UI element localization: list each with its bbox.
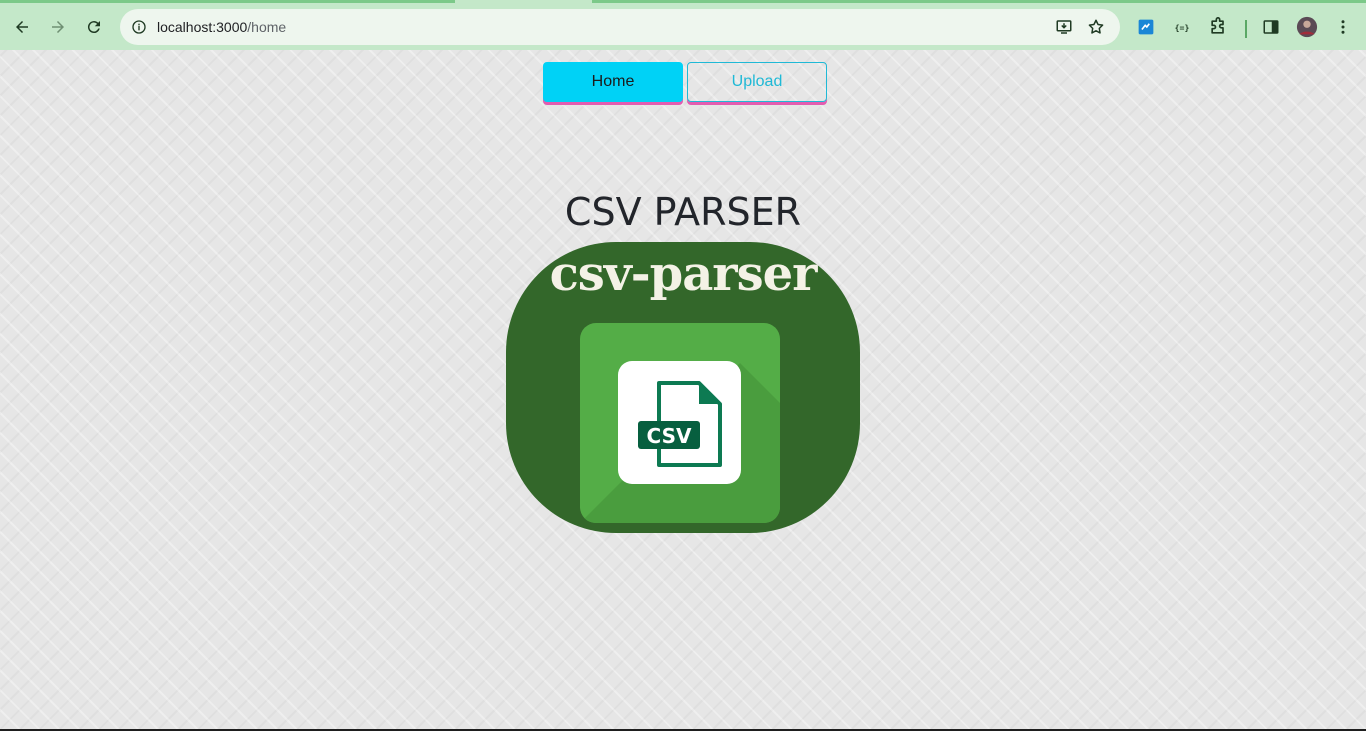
csv-parser-logo: csv-parser CSV [506,242,860,533]
back-button[interactable] [8,13,36,41]
url-text[interactable]: localhost:3000/home [157,19,286,35]
reload-icon [87,21,100,34]
extensions-puzzle-icon[interactable] [1207,16,1229,38]
page-title: CSV PARSER [564,190,802,234]
active-tab-indicator [455,0,592,3]
site-info-icon[interactable] [128,16,150,38]
logo-card: CSV [618,361,741,484]
logo-tile: CSV [580,323,780,523]
bookmark-star-icon[interactable] [1085,16,1107,38]
url-path: /home [247,19,287,35]
extension-blue-icon[interactable] [1135,16,1157,38]
browser-toolbar: localhost:3000/home {=} [0,0,1366,50]
forward-button[interactable] [44,13,72,41]
install-app-icon[interactable] [1053,16,1075,38]
logo-wordmark: csv-parser [549,246,818,302]
menu-kebab-icon[interactable] [1332,16,1354,38]
address-bar[interactable]: localhost:3000/home [120,9,1120,45]
page-content: Home Upload CSV PARSER csv-parser CSV [0,50,1366,731]
reload-button[interactable] [80,13,108,41]
arrow-right-icon [52,21,64,33]
svg-text:{=}: {=} [1175,22,1190,32]
extension-json-icon[interactable]: {=} [1171,16,1193,38]
side-panel-icon[interactable] [1260,16,1282,38]
profile-avatar[interactable] [1296,16,1318,38]
csv-badge-text: CSV [647,424,692,448]
toolbar-separator [1245,20,1247,38]
home-button[interactable]: Home [543,62,683,102]
csv-file-icon: CSV [638,381,722,467]
url-host: localhost:3000 [157,19,248,35]
upload-button[interactable]: Upload [687,62,827,102]
arrow-left-icon [16,21,28,33]
